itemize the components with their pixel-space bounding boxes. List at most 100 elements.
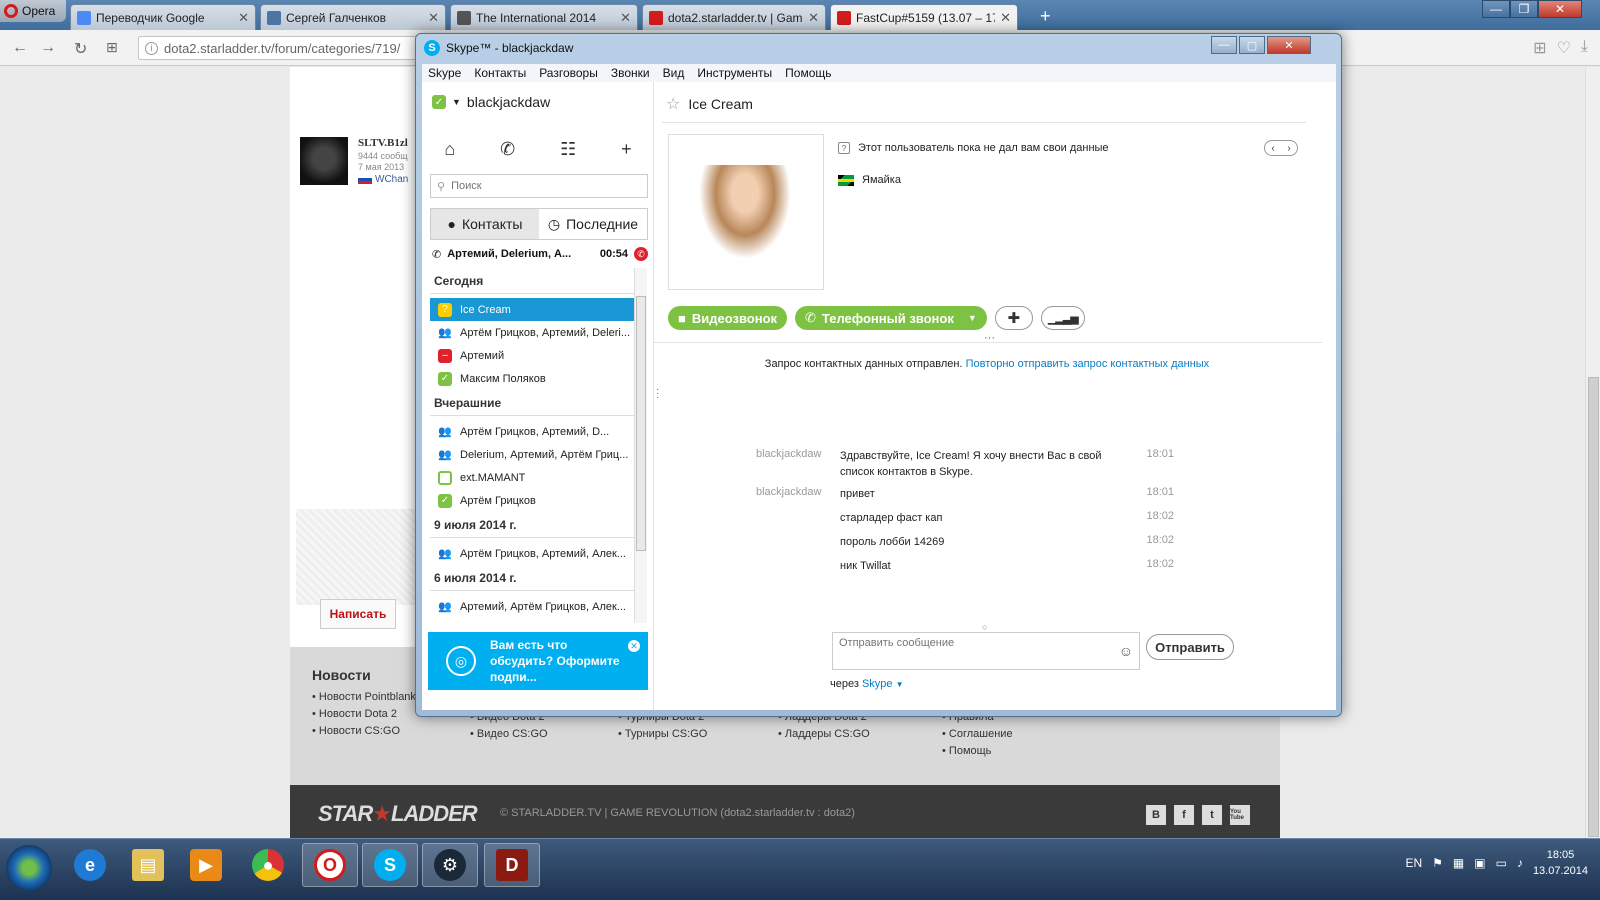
footer-link[interactable]: Ладдеры CS:GO xyxy=(778,728,870,740)
social-icon[interactable]: t xyxy=(1202,805,1222,825)
footer-link[interactable]: Видео CS:GO xyxy=(470,728,548,740)
message-author[interactable]: blackjackdaw xyxy=(756,448,840,480)
skype-minimize-button[interactable]: — xyxy=(1211,36,1237,54)
menu-item[interactable]: Помощь xyxy=(785,66,831,80)
starladder-logo[interactable]: STAR★LADDER xyxy=(318,801,478,827)
taskbar-explorer[interactable]: ▤ xyxy=(120,843,176,887)
taskbar-steam[interactable]: ⚙ xyxy=(422,843,478,887)
scroll-thumb[interactable] xyxy=(1588,377,1599,837)
footer-link[interactable]: Новости CS:GO xyxy=(312,725,416,737)
list-item[interactable]: 👥 Артём Грицков, Артемий, Алек... xyxy=(430,542,634,565)
favorite-star-icon[interactable]: ☆ xyxy=(666,94,680,114)
resend-request-link[interactable]: Повторно отправить запрос контактных дан… xyxy=(966,358,1210,370)
heart-icon[interactable]: ♡ xyxy=(1557,38,1571,58)
pane-resize-handle[interactable]: · · · xyxy=(656,385,659,403)
browser-tab[interactable]: The International 2014 ✕ xyxy=(450,4,638,30)
list-item[interactable]: ext.MAMANT xyxy=(430,466,634,489)
search-box[interactable]: ⚲ xyxy=(430,174,648,198)
speed-dial-icon[interactable]: ⊞ xyxy=(106,39,118,56)
tab-close-icon[interactable]: ✕ xyxy=(808,10,819,26)
page-scrollbar[interactable] xyxy=(1585,67,1600,875)
back-icon[interactable]: ← xyxy=(12,39,28,57)
tab-close-icon[interactable]: ✕ xyxy=(1000,10,1011,26)
home-icon[interactable]: ⌂ xyxy=(444,139,455,160)
list-scroll-thumb[interactable] xyxy=(636,296,646,551)
menu-item[interactable]: Контакты xyxy=(474,66,526,80)
volume-icon[interactable]: ♪ xyxy=(1517,856,1523,870)
menu-item[interactable]: Инструменты xyxy=(697,66,772,80)
list-item[interactable]: 👥 Артемий, Артём Грицков, Алек... xyxy=(430,595,634,618)
promo-close-icon[interactable]: ✕ xyxy=(628,640,640,652)
message-author[interactable] xyxy=(756,558,840,574)
browser-tab[interactable]: Сергей Галченков ✕ xyxy=(260,4,446,30)
next-icon[interactable]: › xyxy=(1287,143,1290,154)
write-button[interactable]: Написать xyxy=(320,599,396,629)
message-author[interactable] xyxy=(756,510,840,526)
prev-icon[interactable]: ‹ xyxy=(1271,143,1274,154)
list-scrollbar[interactable] xyxy=(634,268,647,623)
taskbar-ie[interactable]: e xyxy=(62,843,118,887)
browser-tab[interactable]: Переводчик Google ✕ xyxy=(70,4,256,30)
call-quality-button[interactable]: ▁▂▃▅ xyxy=(1040,306,1085,330)
minimize-button[interactable]: — xyxy=(1482,0,1510,18)
my-profile[interactable]: ✓ ▼ blackjackdaw xyxy=(432,94,550,110)
add-button[interactable]: ✚ xyxy=(994,306,1033,330)
tab-close-icon[interactable]: ✕ xyxy=(620,10,631,26)
close-button[interactable]: ✕ xyxy=(1538,0,1582,18)
social-icon[interactable]: B xyxy=(1146,805,1166,825)
chevron-down-icon[interactable]: ▼ xyxy=(968,313,977,323)
tab-close-icon[interactable]: ✕ xyxy=(428,10,439,26)
reply-editor[interactable] xyxy=(296,509,420,605)
menu-item[interactable]: Вид xyxy=(663,66,685,80)
chevron-down-icon[interactable]: ▼ xyxy=(452,97,461,107)
list-item[interactable]: 👥 Артём Грицков, Артемий, D... xyxy=(430,420,634,443)
tab-close-icon[interactable]: ✕ xyxy=(238,10,249,26)
grid-icon[interactable]: ⊞ xyxy=(1533,38,1546,58)
menu-item[interactable]: Разговоры xyxy=(539,66,598,80)
send-button[interactable]: Отправить xyxy=(1146,634,1234,660)
profile-pager[interactable]: ‹ › xyxy=(1264,140,1298,156)
footer-link[interactable]: Помощь xyxy=(942,745,1013,757)
avatar[interactable] xyxy=(300,137,348,185)
social-icon[interactable]: f xyxy=(1174,805,1194,825)
active-call[interactable]: ✆ Артемий, Delerium, А... 00:54 ✆ xyxy=(430,242,648,266)
taskbar-media[interactable]: ▶ xyxy=(178,843,234,887)
group-icon[interactable]: ☷ xyxy=(560,139,576,160)
footer-link[interactable]: Соглашение xyxy=(942,728,1013,740)
promo-banner[interactable]: ◎ Вам есть что обсудить? Оформите подпи.… xyxy=(428,632,648,690)
add-contact-icon[interactable]: + xyxy=(621,139,632,160)
download-icon[interactable]: ⤓ xyxy=(1581,38,1588,58)
forward-icon[interactable]: → xyxy=(40,39,56,57)
message-input[interactable] xyxy=(839,637,1109,665)
start-button[interactable] xyxy=(6,845,52,891)
taskbar-skype[interactable]: S xyxy=(362,843,418,887)
taskbar-opera[interactable]: O xyxy=(302,843,358,887)
tab-contacts[interactable]: ● Контакты xyxy=(431,209,539,239)
search-input[interactable] xyxy=(451,180,632,192)
contact-photo[interactable] xyxy=(699,165,791,259)
list-item[interactable]: 👥 Delerium, Артемий, Артём Гриц... xyxy=(430,443,634,466)
menu-item[interactable]: Звонки xyxy=(611,66,650,80)
video-call-button[interactable]: ■ Видеозвонок xyxy=(668,306,788,330)
footer-link[interactable]: Турниры CS:GO xyxy=(618,728,707,740)
message-author[interactable]: blackjackdaw xyxy=(756,486,840,502)
skype-close-button[interactable]: ✕ xyxy=(1267,36,1311,54)
taskbar-dota2[interactable]: D xyxy=(484,843,540,887)
language-indicator[interactable]: EN xyxy=(1405,856,1422,870)
clock[interactable]: 18:05 13.07.2014 xyxy=(1533,847,1588,879)
list-item[interactable]: ✓ Максим Поляков xyxy=(430,367,634,390)
footer-link[interactable]: Новости Pointblank xyxy=(312,691,416,703)
action-center-icon[interactable]: ▣ xyxy=(1474,856,1485,870)
message-compose[interactable]: ☺ xyxy=(832,632,1140,670)
taskbar-chrome[interactable]: ● xyxy=(240,843,296,887)
team-name[interactable]: WChan xyxy=(375,174,408,185)
skype-maximize-button[interactable]: ▢ xyxy=(1239,36,1265,54)
phone-icon[interactable]: ✆ xyxy=(500,139,515,160)
new-tab-button[interactable]: + xyxy=(1040,6,1051,27)
maximize-button[interactable]: ❐ xyxy=(1510,0,1538,18)
post-author[interactable]: SLTV.B1zl xyxy=(358,137,408,149)
hang-up-icon[interactable]: ✆ xyxy=(634,247,648,261)
phone-call-button[interactable]: ✆ Телефонный звонок ▼ xyxy=(795,306,987,330)
emoticon-icon[interactable]: ☺ xyxy=(1119,643,1133,659)
address-field[interactable]: i dota2.starladder.tv/forum/categories/7… xyxy=(138,36,428,60)
